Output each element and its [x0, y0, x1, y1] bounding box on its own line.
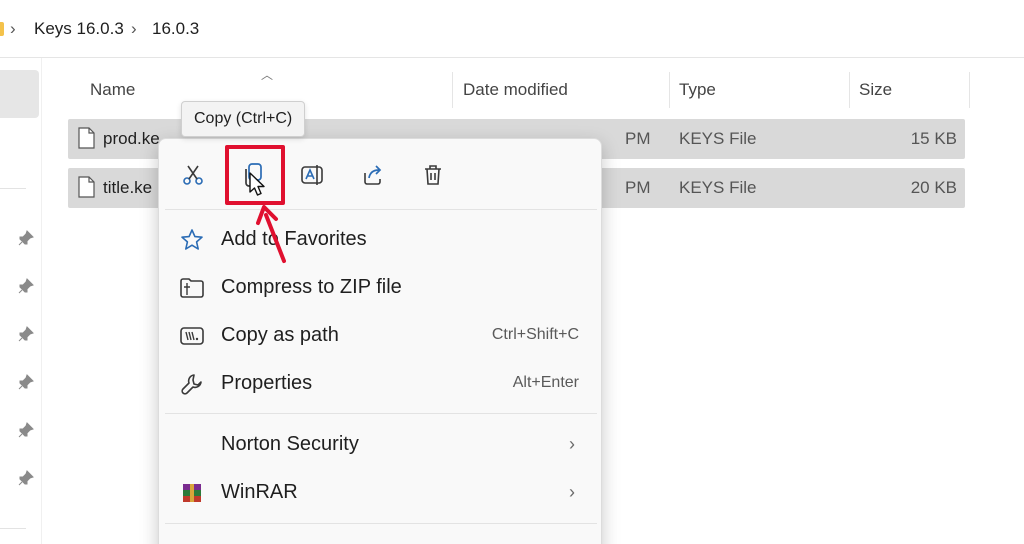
file-date: PM [625, 178, 651, 197]
file-icon [78, 127, 95, 149]
menu-item-shortcut: Ctrl+Shift+C [491, 326, 579, 343]
column-divider[interactable] [452, 72, 453, 108]
mouse-cursor-icon [249, 172, 265, 196]
annotation-arrow-icon [256, 205, 286, 263]
menu-item-copy-as-path[interactable]: Copy as path Ctrl+Shift+C [159, 313, 601, 357]
breadcrumb-separator: › [131, 19, 137, 38]
column-divider[interactable] [969, 72, 970, 108]
winrar-icon [179, 480, 205, 506]
address-bar[interactable]: › Keys 16.0.3 › 16.0.3 [0, 0, 1024, 58]
sort-caret-icon: ︿ [261, 68, 274, 82]
scissors-icon [183, 165, 203, 185]
file-type: KEYS File [679, 129, 757, 148]
menu-separator [165, 413, 597, 414]
menu-separator [165, 523, 597, 524]
delete-button[interactable] [415, 159, 451, 191]
menu-item-label: Compress to ZIP file [221, 276, 402, 298]
breadcrumb-item-version[interactable]: 16.0.3 [152, 19, 199, 39]
menu-item-add-to-favorites[interactable]: Add to Favorites [159, 217, 601, 261]
menu-item-properties[interactable]: Properties Alt+Enter [159, 361, 601, 405]
menu-item-label: Norton Security [221, 433, 359, 455]
breadcrumb-item-keys[interactable]: Keys 16.0.3 [34, 19, 124, 39]
pin-icon[interactable] [18, 230, 34, 246]
menu-item-norton-security[interactable]: Norton Security › [159, 422, 601, 466]
column-divider[interactable] [849, 72, 850, 108]
cut-button[interactable] [175, 159, 211, 191]
column-header-date[interactable]: Date modified [463, 80, 568, 100]
file-size: 15 KB [910, 129, 957, 148]
menu-separator [165, 209, 597, 210]
breadcrumb-separator: › [10, 19, 16, 38]
file-icon [78, 176, 95, 198]
rename-icon [301, 165, 323, 185]
path-icon [179, 323, 205, 349]
menu-item-compress-zip[interactable]: Compress to ZIP file [159, 265, 601, 309]
pin-icon[interactable] [18, 326, 34, 342]
file-name: prod.ke [103, 129, 160, 148]
column-header-name[interactable]: Name [90, 80, 135, 100]
file-date: PM [625, 129, 651, 148]
menu-item-winrar[interactable]: WinRAR › [159, 470, 601, 514]
file-size: 20 KB [910, 178, 957, 197]
chevron-right-icon: › [569, 482, 575, 502]
file-name: title.ke [103, 178, 153, 197]
menu-item-shortcut: Alt+Enter [512, 374, 579, 391]
share-button[interactable] [355, 159, 391, 191]
file-type: KEYS File [679, 178, 757, 197]
nav-divider [0, 528, 26, 529]
menu-item-label: Properties [221, 372, 313, 394]
delete-icon [425, 165, 441, 185]
star-icon [179, 227, 205, 253]
rename-button[interactable] [295, 159, 331, 191]
nav-divider [0, 188, 26, 189]
pin-icon[interactable] [18, 374, 34, 390]
column-divider[interactable] [669, 72, 670, 108]
share-icon [364, 165, 382, 185]
wrench-icon [179, 371, 205, 397]
nav-item-selected[interactable] [0, 70, 39, 118]
column-header-size[interactable]: Size [859, 80, 892, 100]
chevron-right-icon: › [569, 434, 575, 454]
navigation-pane [0, 58, 42, 544]
folder-icon [0, 22, 4, 36]
pin-icon[interactable] [18, 278, 34, 294]
copy-tooltip: Copy (Ctrl+C) [181, 101, 306, 137]
pin-icon[interactable] [18, 470, 34, 486]
zip-icon [179, 275, 205, 301]
pin-icon[interactable] [18, 422, 34, 438]
menu-item-label: WinRAR [221, 481, 298, 503]
menu-item-label: Copy as path [221, 324, 339, 346]
column-header-type[interactable]: Type [679, 80, 716, 100]
